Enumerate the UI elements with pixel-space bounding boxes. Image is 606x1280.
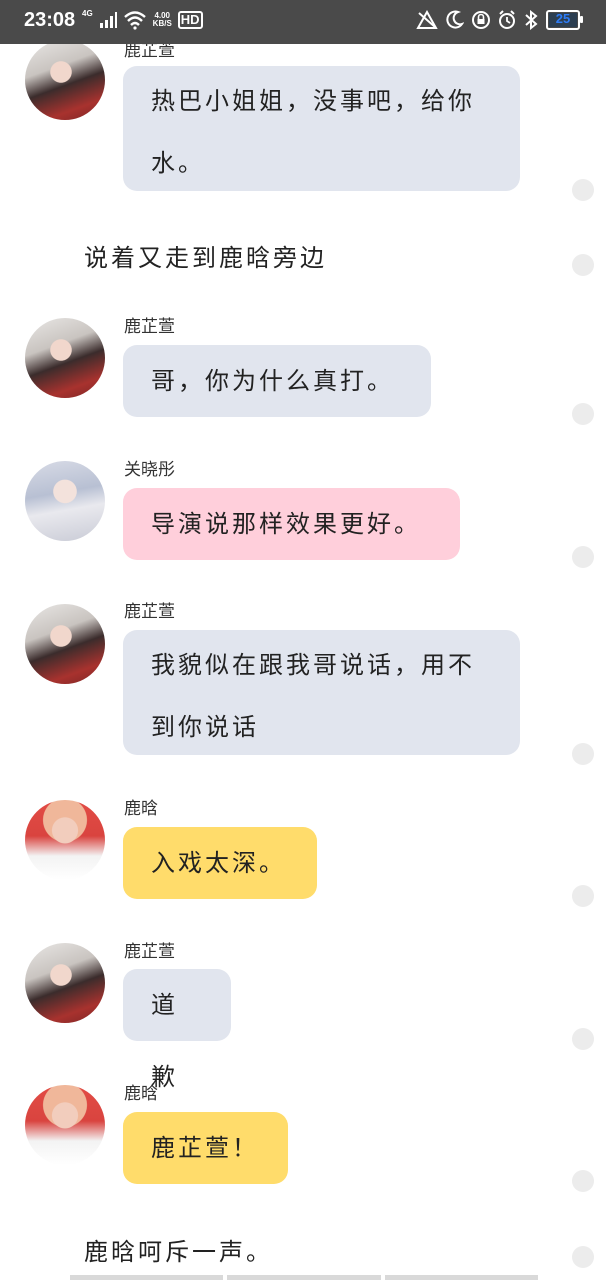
message-bubble[interactable]: 导演说那样效果更好。	[123, 488, 460, 560]
speed-unit: KB/S	[152, 19, 172, 28]
speaker-name: 关晓彤	[124, 460, 175, 480]
network-speed: 4.00 KB/S	[153, 12, 172, 28]
bottom-tab[interactable]	[70, 1275, 224, 1280]
message-bubble[interactable]: 鹿芷萱！	[123, 1112, 288, 1184]
battery-icon: 25	[546, 10, 583, 30]
bluetooth-icon	[525, 10, 538, 30]
avatar[interactable]	[25, 604, 105, 684]
status-time: 23:08	[24, 9, 76, 31]
battery-level: 25	[555, 11, 571, 26]
narration-text: 说着又走到鹿晗旁边	[84, 244, 327, 272]
avatar[interactable]	[25, 800, 105, 880]
message-line: 我貌似在跟我哥说话，用不	[151, 651, 475, 679]
more-dot[interactable]	[572, 885, 594, 907]
avatar[interactable]	[25, 1085, 105, 1165]
more-dot[interactable]	[572, 403, 594, 425]
hd-badge: HD	[177, 11, 203, 29]
bottom-tab[interactable]	[384, 1275, 538, 1280]
avatar[interactable]	[25, 461, 105, 541]
moon-icon	[446, 10, 464, 29]
speaker-name: 鹿晗	[124, 1084, 158, 1104]
avatar[interactable]	[25, 318, 105, 398]
more-dot[interactable]	[572, 743, 594, 765]
speaker-name: 鹿芷萱	[124, 317, 175, 337]
chat-feed: 鹿芷萱 热巴小姐姐，没事吧，给你 水。 说着又走到鹿晗旁边 鹿芷萱 哥，你为什么…	[0, 0, 606, 1280]
message-line: 热巴小姐姐，没事吧，给你	[151, 87, 475, 115]
message-line: 水。	[151, 149, 205, 177]
avatar[interactable]	[25, 943, 105, 1023]
speaker-name: 鹿晗	[124, 799, 158, 819]
more-dot[interactable]	[572, 1246, 594, 1268]
bottom-bar	[70, 1275, 538, 1280]
more-dot[interactable]	[572, 254, 594, 276]
lock-icon	[472, 11, 490, 29]
narration-text: 鹿晗呵斥一声。	[84, 1238, 273, 1266]
message-bubble[interactable]: 我貌似在跟我哥说话，用不 到你说话	[123, 630, 520, 755]
more-dot[interactable]	[572, 546, 594, 568]
alarm-icon	[499, 10, 515, 29]
avatar[interactable]	[25, 40, 105, 120]
speaker-name: 鹿芷萱	[124, 602, 175, 622]
wifi-icon	[123, 11, 146, 30]
speaker-name: 鹿芷萱	[124, 942, 175, 962]
message-bubble[interactable]: 入戏太深。	[123, 827, 317, 899]
more-dot[interactable]	[572, 179, 594, 201]
message-bubble[interactable]: 热巴小姐姐，没事吧，给你 水。	[123, 66, 520, 191]
more-dot[interactable]	[572, 1170, 594, 1192]
message-bubble[interactable]: 哥，你为什么真打。	[123, 345, 431, 417]
status-bar: 23:08 4G 4.00 KB/S HD 25	[0, 0, 606, 44]
signal-icon	[99, 12, 117, 28]
network-type: 4G	[82, 9, 93, 18]
more-dot[interactable]	[572, 1028, 594, 1050]
bottom-tab[interactable]	[227, 1275, 381, 1280]
message-bubble[interactable]: 道歉	[123, 969, 231, 1091]
no-data-icon	[416, 10, 438, 29]
message-line: 到你说话	[151, 713, 259, 741]
